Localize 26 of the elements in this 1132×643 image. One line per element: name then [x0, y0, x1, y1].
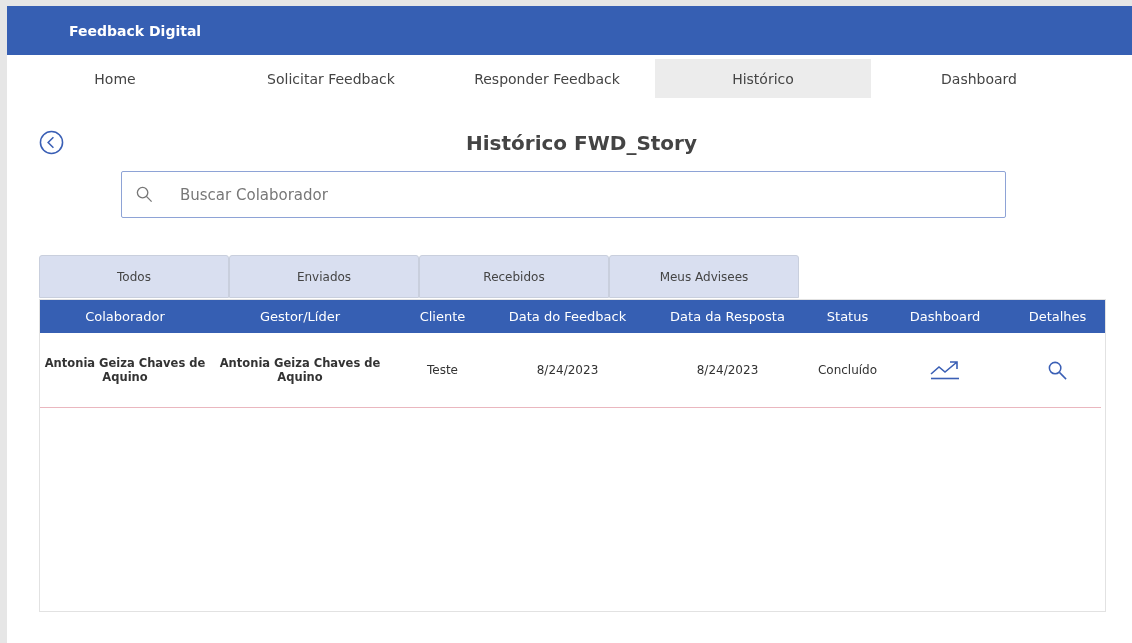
table-cell-text: 8/24/2023	[695, 363, 760, 377]
search-icon	[135, 185, 154, 204]
column-header: Cliente	[418, 309, 467, 324]
table-cell-text: Concluído	[816, 363, 879, 377]
back-icon[interactable]	[39, 130, 64, 155]
trend-chart-icon[interactable]	[930, 360, 960, 380]
nav-tab[interactable]: Histórico	[655, 59, 871, 98]
page-title: Histórico FWD_Story	[466, 131, 697, 155]
table-cell-text: Antonia Geiza Chaves de Aquino	[218, 356, 382, 384]
column-header: Status	[825, 309, 870, 324]
search-field[interactable]: Buscar Colaborador	[121, 171, 1006, 218]
column-header: Data do Feedback	[507, 309, 628, 324]
column-header: Data da Resposta	[669, 309, 786, 324]
search-icon[interactable]	[1047, 359, 1068, 381]
filter-tab[interactable]: Enviados	[229, 255, 419, 298]
column-header: Detalhes	[1027, 309, 1088, 324]
column-header: Colaborador	[84, 309, 166, 324]
column-header: Dashboard	[908, 309, 982, 324]
table-cell-text: 8/24/2023	[535, 363, 600, 377]
column-header: Gestor/Líder	[258, 309, 342, 324]
filter-tab[interactable]: Recebidos	[419, 255, 609, 298]
table-cell-text: Antonia Geiza Chaves de Aquino	[43, 356, 207, 384]
table-cell-text: Teste	[426, 363, 459, 377]
filter-tab[interactable]: Todos	[39, 255, 229, 298]
filter-tab[interactable]: Meus Advisees	[609, 255, 799, 298]
app-title: Feedback Digital	[69, 22, 202, 39]
